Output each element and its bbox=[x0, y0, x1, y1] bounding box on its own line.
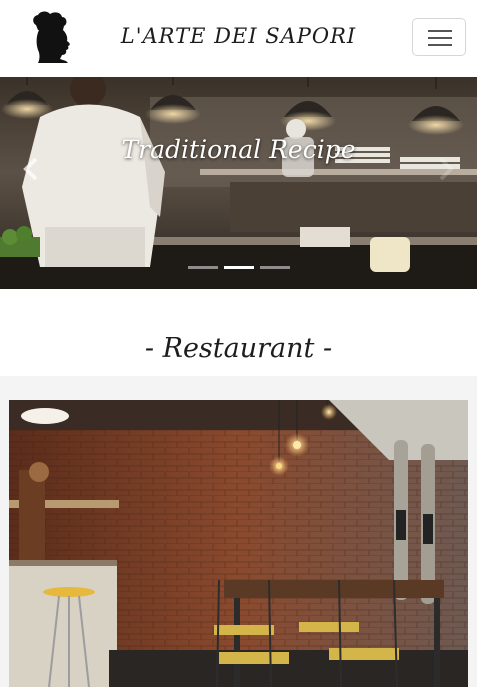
carousel-indicator-2[interactable] bbox=[224, 266, 254, 269]
hero-carousel: Traditional Recipe bbox=[0, 77, 477, 289]
restaurant-photo bbox=[9, 400, 468, 687]
carousel-indicators bbox=[188, 266, 290, 270]
hamburger-menu-icon-bar bbox=[428, 44, 452, 46]
section-heading: - Restaurant - bbox=[144, 333, 333, 364]
hamburger-menu-icon bbox=[428, 30, 452, 32]
brand-name[interactable]: L'ARTE DEI SAPORI bbox=[0, 24, 477, 48]
navbar: L'ARTE DEI SAPORI bbox=[0, 0, 477, 77]
chevron-left-icon[interactable] bbox=[20, 155, 44, 183]
carousel-caption: Traditional Recipe bbox=[121, 135, 356, 164]
chevron-right-icon[interactable] bbox=[433, 155, 457, 183]
menu-toggle-button[interactable] bbox=[412, 18, 466, 56]
carousel-indicator-3[interactable] bbox=[260, 266, 290, 269]
hamburger-menu-icon-bar bbox=[428, 37, 452, 39]
carousel-indicator-1[interactable] bbox=[188, 266, 218, 269]
kitchen-photo bbox=[0, 77, 477, 289]
